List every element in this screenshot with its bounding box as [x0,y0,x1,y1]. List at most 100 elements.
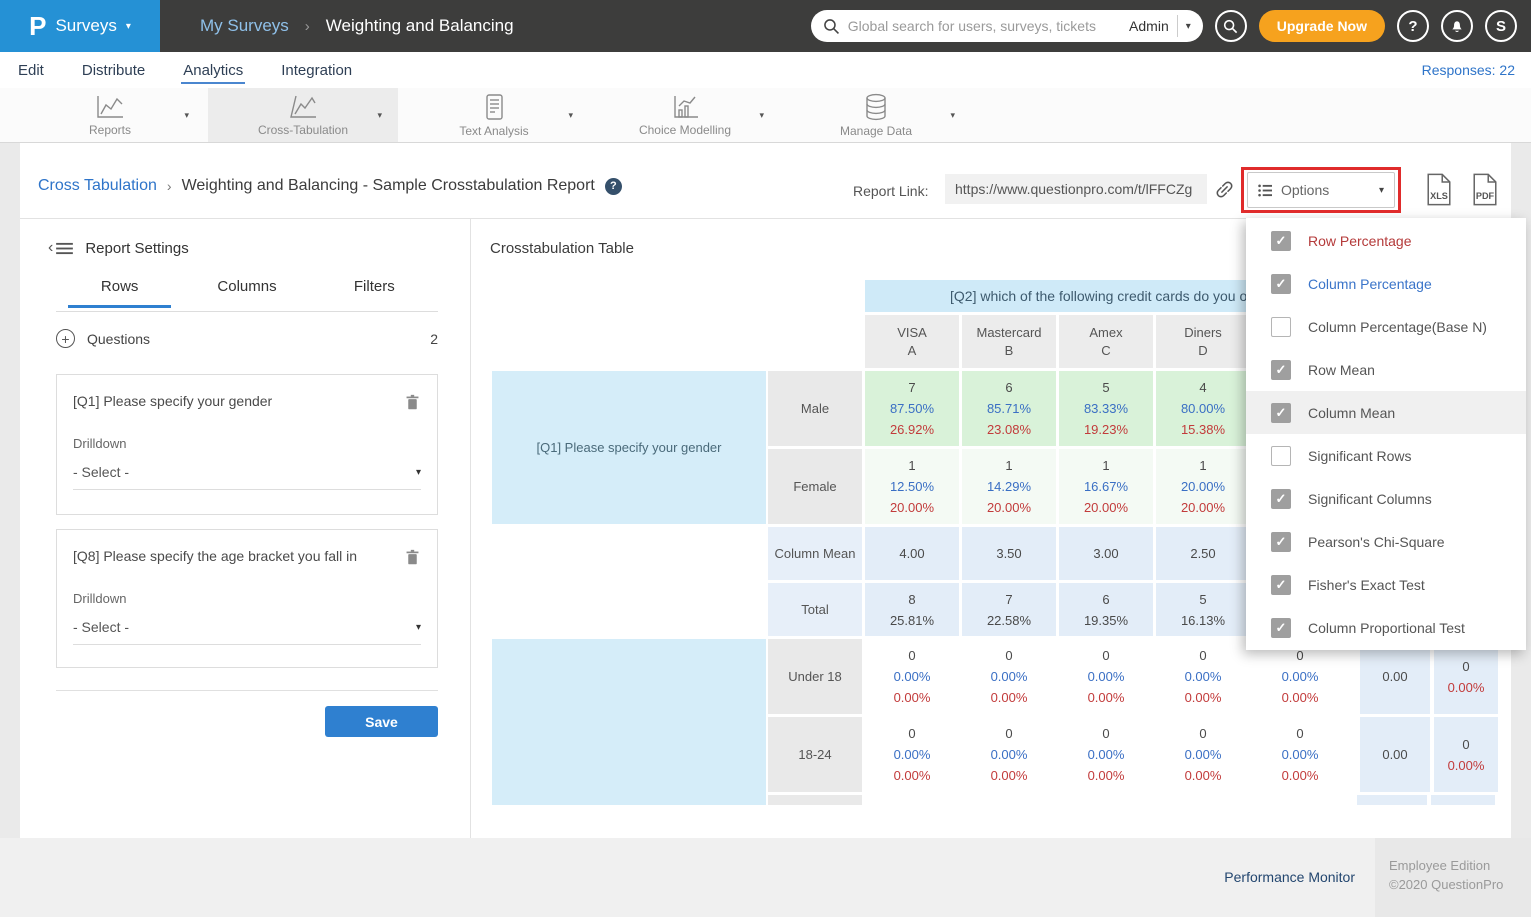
caret-down-icon[interactable]: ▾ [950,110,955,121]
tool-choice-modelling[interactable]: Choice Modelling ▾ [590,88,780,142]
bell-icon [1449,18,1465,34]
report-settings-header: ‹ Report Settings [48,239,189,257]
modelling-chart-icon [669,94,701,120]
checkbox[interactable]: ✓ [1271,403,1291,423]
caret-down-icon[interactable]: ▾ [759,110,764,121]
table-cell: 00.00%0.00% [1059,717,1153,792]
help-icon[interactable]: ? [605,178,622,195]
footer: Performance Monitor Employee Edition ©20… [0,838,1531,917]
caret-down-icon[interactable]: ▾ [377,110,382,121]
table-cell: 00.00%0.00% [1253,717,1347,792]
drilldown-select[interactable]: - Select - ▾ [73,464,421,490]
question-title: [Q1] Please specify your gender [73,393,272,409]
product-switcher[interactable]: P Surveys ▾ [0,0,160,52]
top-navbar: P Surveys ▾ My Surveys › Weighting and B… [0,0,1531,52]
checkbox[interactable]: ✓ [1271,532,1291,552]
list-icon [1258,184,1273,197]
checkbox[interactable]: ✓ [1271,575,1291,595]
cross-tabulation-link[interactable]: Cross Tabulation [38,177,157,195]
check-icon: ✓ [1276,491,1287,507]
nav-integration[interactable]: Integration [279,55,354,86]
breadcrumb-my-surveys[interactable]: My Surveys [200,16,289,36]
checkbox[interactable]: ✓ [1271,274,1291,294]
global-search[interactable]: Admin ▾ [811,10,1203,42]
option-column-percentage[interactable]: ✓ Column Percentage [1246,262,1526,305]
export-xls-button[interactable]: XLS [1425,173,1453,211]
table-cell: 112.50%20.00% [865,449,959,524]
delete-question-button[interactable] [404,393,421,415]
option-pearsons-chi-square[interactable]: ✓ Pearson's Chi-Square [1246,520,1526,563]
option-row-mean[interactable]: ✓ Row Mean [1246,348,1526,391]
option-fishers-exact-test[interactable]: ✓ Fisher's Exact Test [1246,563,1526,606]
tool-cross-tabulation[interactable]: Cross-Tabulation ▾ [208,88,398,142]
drilldown-label: Drilldown [73,591,421,606]
nav-analytics[interactable]: Analytics [181,55,245,86]
questions-count: 2 [430,331,438,347]
delete-question-button[interactable] [404,548,421,570]
option-column-proportional-test[interactable]: ✓ Column Proportional Test [1246,606,1526,649]
table-cell: 00.00%0.00% [1156,717,1250,792]
main-content: Cross Tabulation › Weighting and Balanci… [20,143,1511,838]
option-column-percentage-base-n[interactable]: ✓ Column Percentage(Base N) [1246,305,1526,348]
help-button[interactable]: ? [1397,10,1429,42]
edition-info: Employee Edition ©2020 QuestionPro [1375,838,1531,917]
add-question-button[interactable]: + [56,329,75,348]
checkbox[interactable]: ✓ [1271,489,1291,509]
copyright-label: ©2020 QuestionPro [1389,875,1531,894]
responses-count: Responses: 22 [1422,62,1531,78]
check-icon: ✓ [1276,534,1287,550]
search-icon [1223,19,1238,34]
row-label: Column Mean [768,527,862,580]
tool-manage-data[interactable]: Manage Data ▾ [781,88,971,142]
table-cell: 480.00%15.38% [1156,371,1250,446]
tool-reports[interactable]: Reports ▾ [15,88,205,142]
tool-text-analysis[interactable]: Text Analysis ▾ [399,88,589,142]
divider [470,219,471,838]
nav-edit[interactable]: Edit [16,55,46,86]
nav-distribute[interactable]: Distribute [80,55,147,86]
panel-title: Report Settings [85,240,188,257]
checkbox[interactable]: ✓ [1271,231,1291,251]
table-row-stub [1357,795,1427,805]
row-label: 18-24 [768,717,862,792]
export-pdf-button[interactable]: PDF [1471,173,1499,211]
tab-filters[interactable]: Filters [311,278,438,308]
report-link-field[interactable]: https://www.questionpro.com/t/lFFCZg [945,174,1207,204]
caret-down-icon[interactable]: ▾ [568,110,573,121]
column-header-diners: DinersD [1156,315,1250,368]
options-button[interactable]: Options ▾ [1247,172,1395,208]
table-row-under18: Under 18 00.00%0.00% 00.00%0.00% 00.00%0… [768,639,1498,714]
account-avatar[interactable]: S [1485,10,1517,42]
drilldown-select[interactable]: - Select - ▾ [73,619,421,645]
upgrade-now-button[interactable]: Upgrade Now [1259,10,1385,42]
checkbox[interactable]: ✓ [1271,360,1291,380]
checkbox[interactable]: ✓ [1271,446,1291,466]
caret-down-icon[interactable]: ▾ [184,110,189,121]
option-significant-rows[interactable]: ✓ Significant Rows [1246,434,1526,477]
notifications-button[interactable] [1441,10,1473,42]
save-button[interactable]: Save [325,706,438,737]
row-mean-cell: 0.00 [1360,639,1430,714]
question-card-q8: [Q8] Please specify the age bracket you … [56,529,438,668]
search-icon [823,18,840,35]
copy-link-button[interactable] [1214,179,1235,205]
breadcrumb-separator-icon: › [167,178,172,194]
tab-rows[interactable]: Rows [56,278,183,308]
performance-monitor-link[interactable]: Performance Monitor [1224,869,1355,885]
options-label: Options [1281,182,1329,198]
search-scope-dropdown-icon[interactable]: ▾ [1186,21,1191,32]
global-search-input[interactable] [848,18,1121,34]
option-row-percentage[interactable]: ✓ Row Percentage [1246,219,1526,262]
topbar-actions: Admin ▾ Upgrade Now ? S [811,10,1531,42]
collapse-panel-button[interactable]: ‹ [48,239,73,257]
table-cell: 825.81% [865,583,959,636]
checkbox[interactable]: ✓ [1271,317,1291,337]
tab-columns[interactable]: Columns [183,278,310,308]
option-significant-columns[interactable]: ✓ Significant Columns [1246,477,1526,520]
checkbox[interactable]: ✓ [1271,618,1291,638]
search-submit-button[interactable] [1215,10,1247,42]
table-cell: 685.71%23.08% [962,371,1056,446]
table-cell: 00.00%0.00% [865,639,959,714]
option-column-mean[interactable]: ✓ Column Mean [1246,391,1526,434]
chevron-left-icon: ‹ [48,239,53,257]
